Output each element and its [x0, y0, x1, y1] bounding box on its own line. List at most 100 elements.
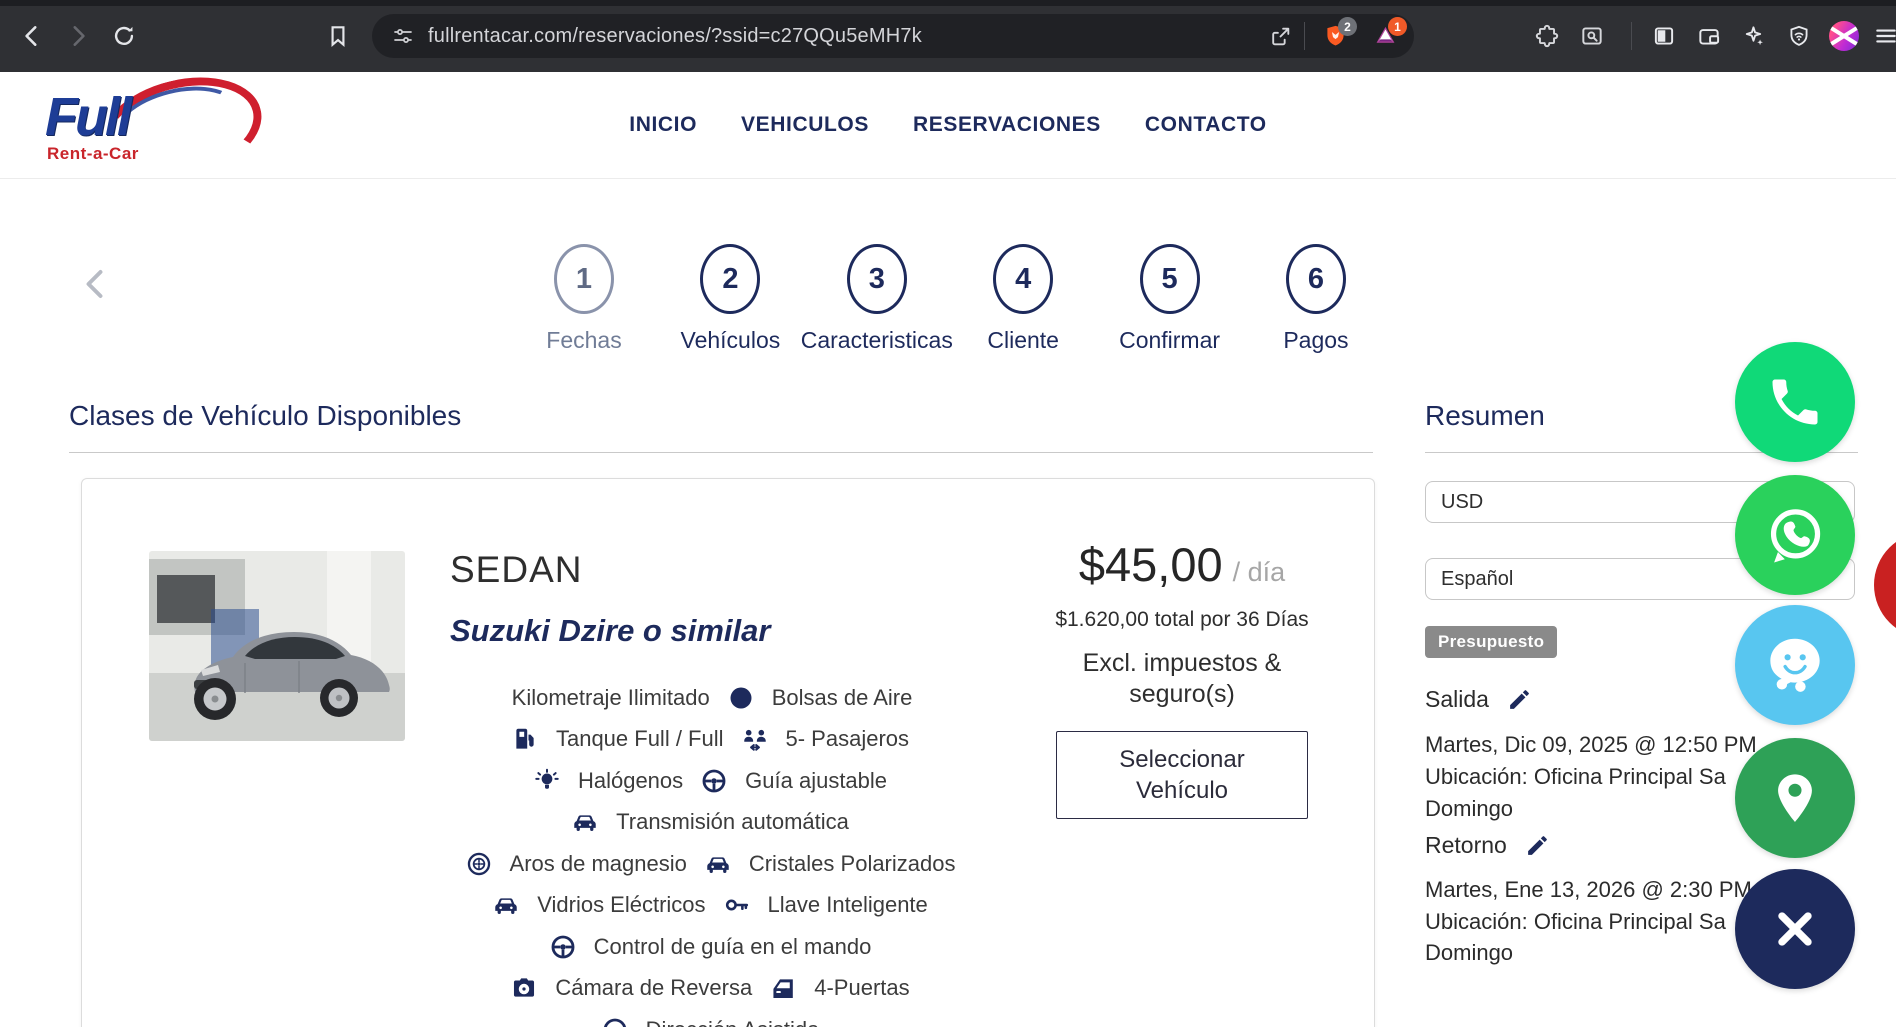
step-label: Vehículos: [681, 327, 781, 354]
step-label: Cliente: [987, 327, 1059, 354]
return-location: Ubicación: Oficina Principal Sa: [1425, 909, 1726, 935]
forward-icon[interactable]: [58, 16, 98, 56]
brave-shield-icon[interactable]: 2: [1320, 23, 1350, 49]
passengers-icon: [741, 725, 769, 753]
step-vehiculos[interactable]: 2 Vehículos: [682, 244, 778, 354]
language-value: Español: [1441, 568, 1513, 591]
step-fechas[interactable]: 1 Fechas: [536, 244, 632, 354]
feature-label: Llave Inteligente: [764, 892, 932, 918]
feature-row: Kilometraje IlimitadoBolsas de Aire: [402, 677, 1022, 719]
logo-text: Full: [45, 86, 129, 148]
vehicle-features: Kilometraje IlimitadoBolsas de Aire Tanqu…: [402, 677, 1022, 1027]
edit-return-icon[interactable]: [1525, 833, 1550, 858]
vpn-shield-icon[interactable]: [1779, 16, 1819, 56]
feature-label: Bolsas de Aire: [768, 685, 917, 711]
browser-toolbar: fullrentacar.com/reservaciones/?ssid=c27…: [0, 0, 1896, 72]
bookmark-icon[interactable]: [318, 16, 358, 56]
step-label: Pagos: [1283, 327, 1348, 354]
door-icon: [769, 974, 797, 1002]
steering-icon: [601, 1016, 629, 1027]
key-icon: [723, 891, 751, 919]
tax-note: Excl. impuestos & seguro(s): [1083, 648, 1282, 709]
step-circle[interactable]: 6: [1286, 244, 1346, 314]
feature-label: Halógenos: [574, 768, 687, 794]
vehicle-photo: [149, 551, 405, 741]
nav-reservaciones[interactable]: RESERVACIONES: [913, 113, 1101, 137]
back-icon[interactable]: [12, 16, 52, 56]
address-bar[interactable]: fullrentacar.com/reservaciones/?ssid=c27…: [372, 14, 1414, 58]
whatsapp-button[interactable]: [1735, 475, 1855, 595]
nav-vehiculos[interactable]: VEHICULOS: [741, 113, 869, 137]
close-button[interactable]: [1735, 869, 1855, 989]
edit-pickup-icon[interactable]: [1507, 687, 1532, 712]
profile-avatar[interactable]: [1824, 16, 1864, 56]
site-logo[interactable]: Full Rent-a-Car: [45, 80, 255, 170]
rewards-badge: 1: [1388, 17, 1407, 36]
price-column: $45,00 / día $1.620,00 total por 36 Días…: [1022, 537, 1342, 819]
select-vehicle-button[interactable]: Seleccionar Vehículo: [1056, 731, 1308, 819]
location-button[interactable]: [1735, 738, 1855, 858]
feature-row: Vidrios Eléctricos Llave Inteligente: [402, 885, 1022, 927]
step-label: Fechas: [546, 327, 621, 354]
phone-icon: [1765, 372, 1825, 432]
page: fullrentacar.com/reservaciones/?ssid=c27…: [0, 0, 1896, 1027]
phone-button[interactable]: [1735, 342, 1855, 462]
feature-row: Dirección Asistida: [402, 1009, 1022, 1027]
brave-rewards-icon[interactable]: 1: [1370, 23, 1400, 49]
nav-inicio[interactable]: INICIO: [629, 113, 697, 137]
window-top-strip: [0, 0, 1896, 6]
pickup-datetime: Martes, Dic 09, 2025 @ 12:50 PM: [1425, 732, 1757, 758]
feature-label: Vidrios Eléctricos: [533, 892, 709, 918]
price-per-day: $45,00: [1079, 537, 1223, 592]
waze-button[interactable]: [1735, 605, 1855, 725]
main-nav: INICIO VEHICULOS RESERVACIONES CONTACTO: [629, 72, 1266, 178]
dot-icon: [727, 684, 755, 712]
url-text[interactable]: fullrentacar.com/reservaciones/?ssid=c27…: [428, 25, 922, 48]
feature-label: Dirección Asistida: [642, 1017, 824, 1027]
extensions-icon[interactable]: [1527, 16, 1567, 56]
notification-peek-button[interactable]: [1874, 532, 1896, 638]
vehicle-model: Suzuki Dzire o similar: [450, 613, 770, 649]
step-caracteristicas[interactable]: 3Caracteristicas: [829, 244, 925, 354]
step-circle[interactable]: 4: [993, 244, 1053, 314]
feature-label: Control de guía en el mando: [590, 934, 876, 960]
car-icon: [492, 891, 520, 919]
step-confirmar[interactable]: 5Confirmar: [1122, 244, 1218, 354]
close-icon: [1769, 903, 1821, 955]
step-cliente[interactable]: 4 Cliente: [975, 244, 1071, 354]
divider: [69, 452, 1373, 453]
site-permissions-icon[interactable]: [388, 23, 418, 49]
leo-ai-icon[interactable]: [1734, 16, 1774, 56]
reload-icon[interactable]: [104, 16, 144, 56]
step-circle[interactable]: 2: [700, 244, 760, 314]
step-pagos[interactable]: 6 Pagos: [1268, 244, 1364, 354]
step-circle[interactable]: 3: [847, 244, 907, 314]
whatsapp-icon: [1762, 502, 1828, 568]
search-tabs-icon[interactable]: [1572, 16, 1612, 56]
return-row: Retorno: [1425, 832, 1550, 859]
return-location-2: Domingo: [1425, 940, 1513, 966]
feature-label: Cámara de Reversa: [551, 975, 756, 1001]
pickup-row: Salida: [1425, 686, 1532, 713]
feature-row: Aros de magnesioCristales Polarizados: [402, 843, 1022, 885]
logo-subtext: Rent-a-Car: [47, 144, 139, 164]
feature-row: Transmisión automática: [402, 802, 1022, 844]
bulb-icon: [533, 767, 561, 795]
reservation-steps: 1 Fechas 2 Vehículos 3Caracteristicas 4 Client…: [536, 244, 1364, 354]
feature-label: Transmisión automática: [612, 809, 853, 835]
menu-icon[interactable]: [1866, 16, 1896, 56]
feature-label: Tanque Full / Full: [552, 726, 728, 752]
sidebar-panel-icon[interactable]: [1644, 16, 1684, 56]
divider: [1304, 22, 1305, 50]
divider: [1631, 22, 1632, 50]
step-circle[interactable]: 1: [554, 244, 614, 314]
vehicle-card: SEDAN Suzuki Dzire o similar Kilometraje…: [81, 478, 1375, 1027]
price-unit: / día: [1233, 557, 1286, 588]
location-pin-icon: [1766, 769, 1824, 827]
share-icon[interactable]: [1265, 23, 1295, 49]
step-circle[interactable]: 5: [1140, 244, 1200, 314]
wallet-icon[interactable]: [1689, 16, 1729, 56]
carousel-prev-icon[interactable]: [78, 266, 114, 302]
price-total: $1.620,00 total por 36 Días: [1055, 608, 1308, 632]
nav-contacto[interactable]: CONTACTO: [1145, 113, 1267, 137]
